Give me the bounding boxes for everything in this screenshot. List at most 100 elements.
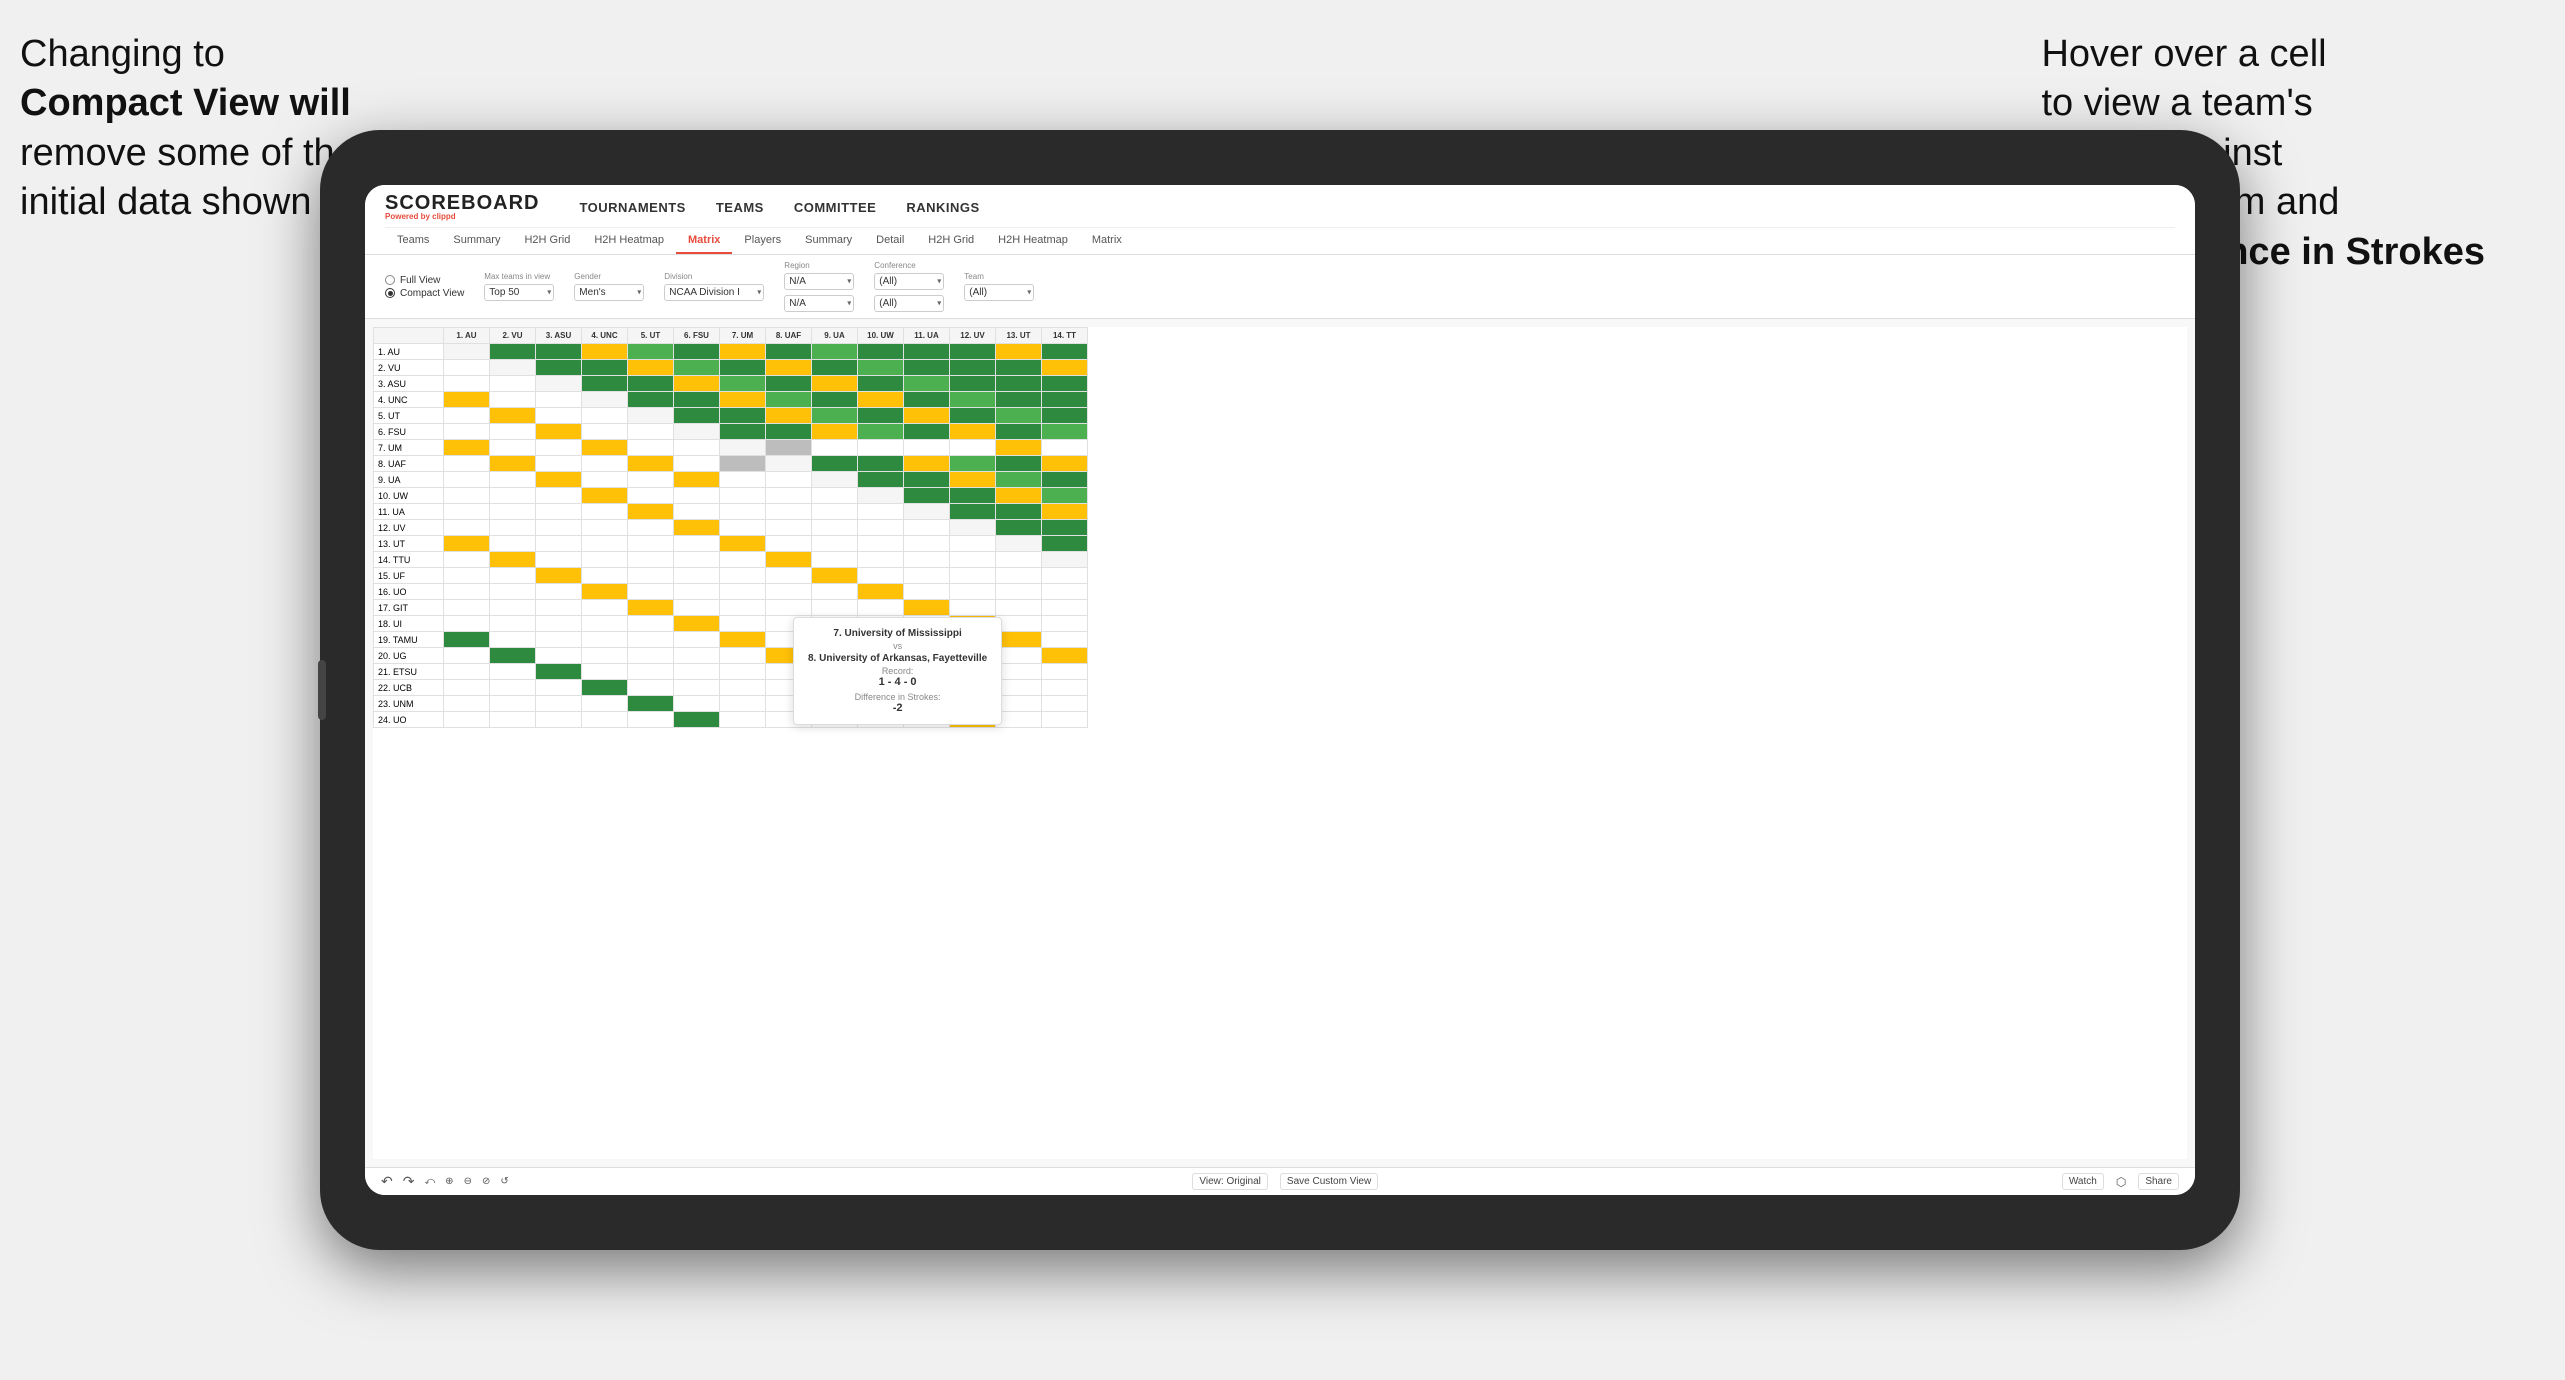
matrix-cell[interactable] [582,664,628,680]
matrix-cell[interactable] [490,664,536,680]
matrix-cell[interactable] [858,568,904,584]
matrix-cell[interactable] [996,520,1042,536]
matrix-cell[interactable] [766,376,812,392]
matrix-cell[interactable] [628,376,674,392]
matrix-cell[interactable] [674,648,720,664]
matrix-cell[interactable] [582,360,628,376]
matrix-cell[interactable] [582,408,628,424]
matrix-cell[interactable] [720,664,766,680]
matrix-cell[interactable] [490,584,536,600]
matrix-cell[interactable] [582,440,628,456]
matrix-cell[interactable] [1042,440,1088,456]
matrix-cell[interactable] [812,392,858,408]
matrix-cell[interactable] [628,440,674,456]
matrix-cell[interactable] [582,648,628,664]
matrix-cell[interactable] [674,488,720,504]
matrix-cell[interactable] [490,616,536,632]
radio-full[interactable] [385,275,395,285]
matrix-cell[interactable] [628,632,674,648]
matrix-cell[interactable] [858,504,904,520]
matrix-cell[interactable] [582,488,628,504]
matrix-cell[interactable] [674,680,720,696]
matrix-cell[interactable] [628,520,674,536]
matrix-cell[interactable] [582,504,628,520]
matrix-cell[interactable] [674,664,720,680]
matrix-cell[interactable] [904,584,950,600]
matrix-cell[interactable] [444,488,490,504]
matrix-cell[interactable] [536,520,582,536]
nav-tournaments[interactable]: TOURNAMENTS [579,196,685,219]
matrix-cell[interactable] [858,456,904,472]
matrix-cell[interactable] [720,584,766,600]
matrix-cell[interactable] [720,648,766,664]
undo-button[interactable]: ↶ [381,1173,393,1190]
matrix-cell[interactable] [950,472,996,488]
matrix-cell[interactable] [720,488,766,504]
matrix-cell[interactable] [766,552,812,568]
matrix-cell[interactable] [766,568,812,584]
matrix-cell[interactable] [674,568,720,584]
matrix-cell[interactable] [490,456,536,472]
matrix-cell[interactable] [950,552,996,568]
matrix-cell[interactable] [766,584,812,600]
matrix-cell[interactable] [490,360,536,376]
matrix-cell[interactable] [582,600,628,616]
matrix-cell[interactable] [950,584,996,600]
matrix-cell[interactable] [996,680,1042,696]
matrix-cell[interactable] [858,584,904,600]
matrix-cell[interactable] [720,472,766,488]
matrix-cell[interactable] [996,664,1042,680]
matrix-cell[interactable] [996,712,1042,728]
matrix-cell[interactable] [812,584,858,600]
matrix-cell[interactable] [444,376,490,392]
toolbar-icon-2[interactable]: ⊕ [445,1176,453,1187]
matrix-cell[interactable] [858,392,904,408]
matrix-cell[interactable] [582,712,628,728]
matrix-cell[interactable] [444,520,490,536]
matrix-cell[interactable] [720,440,766,456]
matrix-cell[interactable] [904,504,950,520]
matrix-cell[interactable] [858,520,904,536]
matrix-cell[interactable] [444,648,490,664]
tab-summary-1[interactable]: Summary [441,228,512,254]
matrix-cell[interactable] [720,568,766,584]
matrix-cell[interactable] [720,408,766,424]
matrix-cell[interactable] [996,536,1042,552]
matrix-cell[interactable] [674,456,720,472]
matrix-cell[interactable] [904,536,950,552]
matrix-cell[interactable] [536,440,582,456]
matrix-cell[interactable] [582,536,628,552]
matrix-cell[interactable] [490,632,536,648]
matrix-cell[interactable] [536,456,582,472]
matrix-cell[interactable] [1042,344,1088,360]
matrix-cell[interactable] [444,504,490,520]
watch-button[interactable]: Watch [2062,1173,2104,1190]
matrix-cell[interactable] [628,664,674,680]
matrix-cell[interactable] [444,408,490,424]
matrix-cell[interactable] [858,488,904,504]
matrix-cell[interactable] [996,424,1042,440]
matrix-cell[interactable] [766,536,812,552]
matrix-cell[interactable] [1042,408,1088,424]
matrix-cell[interactable] [490,408,536,424]
matrix-cell[interactable] [996,392,1042,408]
matrix-cell[interactable] [628,584,674,600]
matrix-cell[interactable] [904,568,950,584]
matrix-cell[interactable] [950,440,996,456]
matrix-cell[interactable] [720,680,766,696]
matrix-cell[interactable] [812,376,858,392]
matrix-cell[interactable] [950,456,996,472]
matrix-cell[interactable] [582,696,628,712]
matrix-cell[interactable] [444,472,490,488]
matrix-cell[interactable] [582,424,628,440]
matrix-cell[interactable] [812,360,858,376]
matrix-cell[interactable] [490,552,536,568]
matrix-cell[interactable] [582,616,628,632]
matrix-cell[interactable] [720,392,766,408]
matrix-cell[interactable] [674,600,720,616]
matrix-cell[interactable] [996,616,1042,632]
matrix-cell[interactable] [766,440,812,456]
matrix-cell[interactable] [996,648,1042,664]
matrix-cell[interactable] [582,344,628,360]
matrix-cell[interactable] [628,408,674,424]
